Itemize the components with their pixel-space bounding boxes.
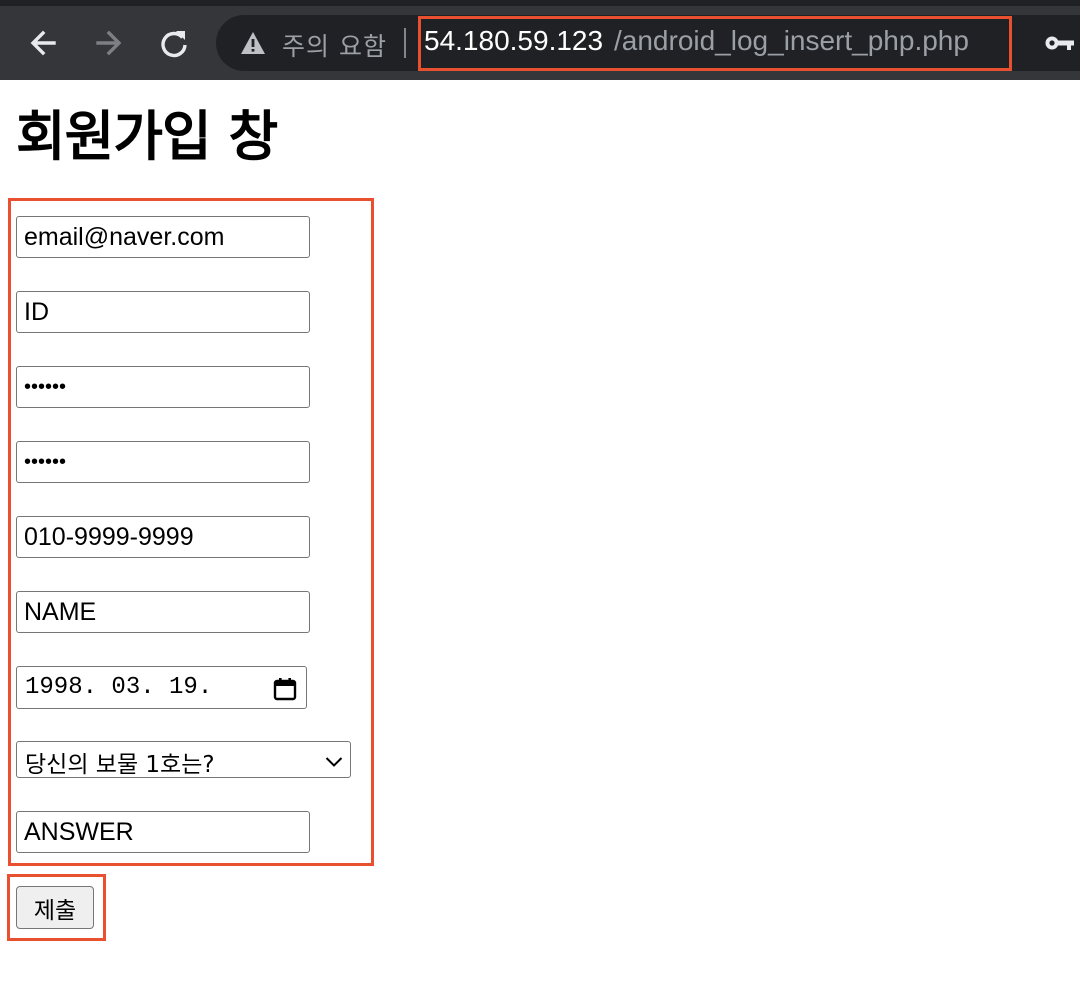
- url-path[interactable]: /android_log_insert_php.php: [614, 25, 969, 57]
- email-field[interactable]: email@naver.com: [16, 216, 310, 258]
- security-question-value: 당신의 보물 1호는?: [25, 752, 215, 778]
- security-question-select[interactable]: 당신의 보물 1호는?: [16, 741, 351, 778]
- url-host[interactable]: 54.180.59.123: [424, 25, 603, 57]
- back-arrow-icon[interactable]: [24, 23, 64, 63]
- password-confirm-field[interactable]: ••••••: [16, 441, 310, 483]
- key-icon[interactable]: [1044, 33, 1074, 53]
- id-field[interactable]: ID: [16, 291, 310, 333]
- omnibox-divider: [404, 28, 406, 58]
- security-warning-label[interactable]: 주의 요함: [282, 27, 387, 63]
- birthdate-value: 1998. 03. 19.: [25, 674, 213, 701]
- birthdate-field[interactable]: 1998. 03. 19.: [16, 666, 307, 709]
- page-title: 회원가입 창: [16, 105, 278, 168]
- reload-icon[interactable]: [154, 23, 194, 63]
- browser-toolbar: 주의 요함 54.180.59.123 /android_log_insert_…: [0, 0, 1080, 80]
- calendar-icon[interactable]: [273, 677, 297, 701]
- submit-button[interactable]: 제출: [16, 886, 94, 929]
- answer-field[interactable]: ANSWER: [16, 811, 310, 853]
- chevron-down-icon: [325, 753, 343, 767]
- forward-arrow-icon[interactable]: [88, 23, 128, 63]
- address-bar[interactable]: 주의 요함 54.180.59.123 /android_log_insert_…: [216, 15, 1080, 71]
- password-field[interactable]: ••••••: [16, 366, 310, 408]
- warning-icon: [240, 31, 266, 55]
- phone-field[interactable]: 010-9999-9999: [16, 516, 310, 558]
- name-field[interactable]: NAME: [16, 591, 310, 633]
